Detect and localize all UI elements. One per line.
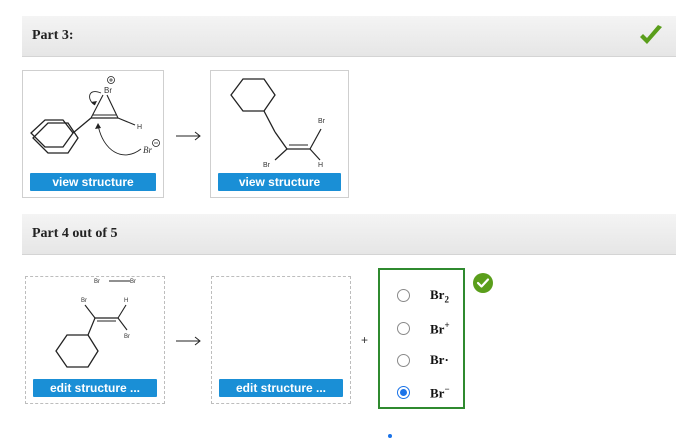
checkmark-icon	[640, 25, 662, 44]
option-br-plus-label: Br+	[430, 320, 450, 337]
view-structure-button-1[interactable]: view structure	[30, 173, 156, 191]
plus-sign: +	[361, 333, 369, 347]
edit-structure-button-1[interactable]: edit structure ...	[33, 379, 157, 397]
part3-title: Part 3:	[32, 28, 74, 43]
product-edit-card: edit structure ...	[211, 276, 351, 404]
bromonium-structure-card: Br H Br view structure	[22, 70, 164, 198]
radio-br-plus[interactable]	[397, 322, 410, 335]
product-structure-card: Br Br H view structure	[210, 70, 349, 198]
br2-right-label: Br	[130, 279, 136, 285]
part4-header: Part 4 out of 5	[22, 214, 676, 255]
bromonium-br-label: Br	[104, 86, 112, 95]
pagination-dot	[388, 434, 392, 438]
reactant-br-label: Br	[81, 298, 87, 304]
radio-br2[interactable]	[397, 289, 410, 302]
view-structure-button-2[interactable]: view structure	[218, 173, 341, 191]
option-br-minus-label: Br−	[430, 384, 450, 401]
option-br2[interactable]: Br2	[380, 280, 463, 312]
radio-br-radical[interactable]	[397, 354, 410, 367]
h-label: H	[137, 124, 142, 131]
option-br-plus[interactable]: Br+	[380, 313, 463, 345]
product-br-bottom-label: Br	[263, 162, 271, 169]
part3-header: Part 3:	[22, 16, 676, 57]
br2-left-label: Br	[94, 279, 100, 285]
reactant-br2-label: Br	[124, 334, 130, 340]
option-br2-label: Br2	[430, 287, 449, 305]
product-br-top-label: Br	[318, 118, 326, 125]
option-br-radical[interactable]: Br·	[380, 345, 463, 377]
bromide-br-label: Br	[143, 145, 152, 155]
radio-br-minus[interactable]	[397, 386, 410, 399]
edit-structure-button-2[interactable]: edit structure ...	[219, 379, 343, 397]
reactant-h-label: H	[124, 298, 128, 304]
reactant-structure-card: Br Br Br H Br edit structure ...	[25, 276, 165, 404]
answer-options-box: Br2 Br+ Br· Br−	[378, 268, 465, 409]
option-br-radical-label: Br·	[430, 352, 449, 367]
option-br-minus[interactable]: Br−	[380, 377, 463, 409]
reaction-arrow-icon-2	[176, 336, 201, 346]
product-h-label: H	[318, 162, 323, 169]
reaction-arrow-icon	[176, 131, 201, 141]
part4-title: Part 4 out of 5	[32, 226, 118, 241]
check-circle-icon	[473, 273, 493, 293]
